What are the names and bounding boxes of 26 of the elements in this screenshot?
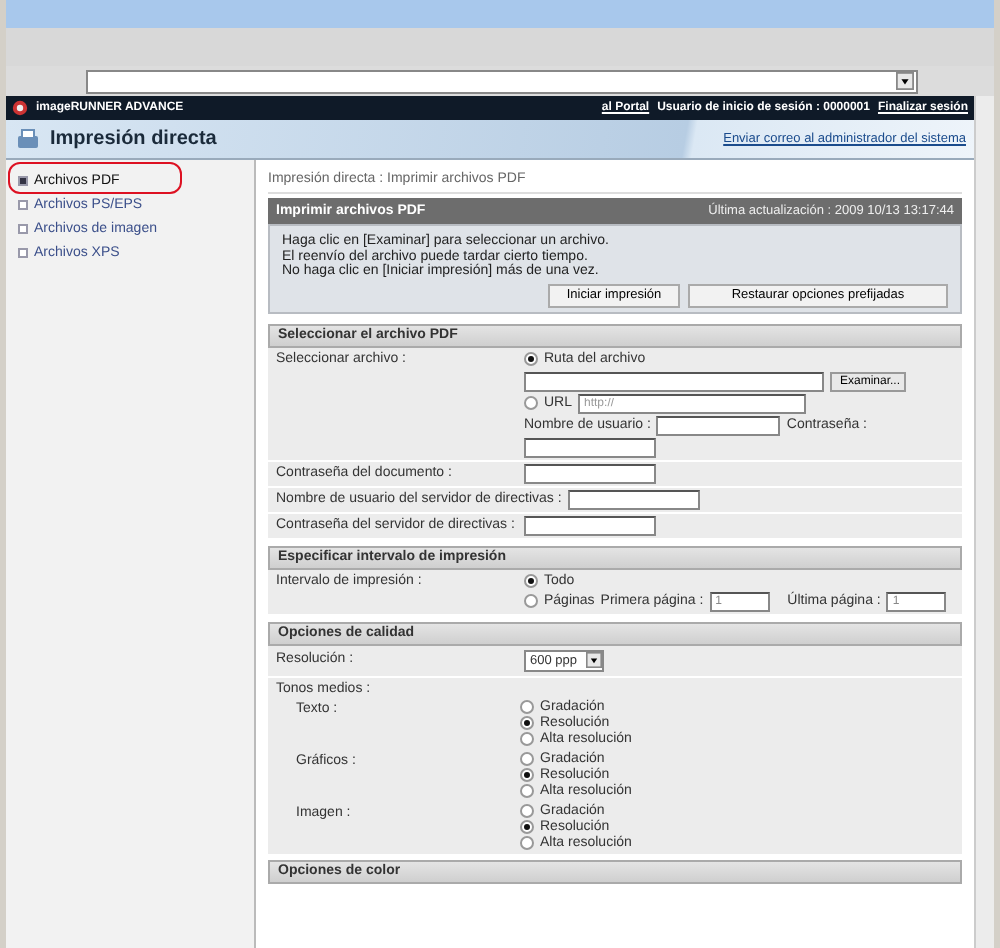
- radio-button[interactable]: [520, 732, 534, 746]
- username-field[interactable]: [656, 415, 781, 435]
- dropdown-icon[interactable]: [896, 72, 914, 90]
- radio-button[interactable]: [520, 820, 534, 834]
- logo-icon: [12, 100, 28, 116]
- scrollbar[interactable]: [974, 96, 994, 948]
- radio-button[interactable]: [520, 752, 534, 766]
- dropdown-icon[interactable]: [585, 652, 601, 668]
- input-field[interactable]: [524, 463, 656, 483]
- printer-icon: [14, 125, 42, 153]
- address-field[interactable]: [86, 69, 918, 93]
- radio-button[interactable]: [524, 574, 538, 588]
- page-title: Impresión directa: [50, 128, 217, 150]
- radio-button[interactable]: [520, 804, 534, 818]
- password-field[interactable]: [524, 437, 656, 457]
- radio-button[interactable]: [524, 352, 538, 366]
- radio-button[interactable]: [524, 594, 538, 608]
- radio-button[interactable]: [520, 716, 534, 730]
- input-field[interactable]: [567, 489, 700, 509]
- radio-button[interactable]: [520, 784, 534, 798]
- radio-button[interactable]: [524, 396, 538, 410]
- radio-button[interactable]: [520, 836, 534, 850]
- radio-button[interactable]: [520, 768, 534, 782]
- radio-button[interactable]: [520, 700, 534, 714]
- input-field[interactable]: [524, 515, 656, 535]
- file-path-field[interactable]: [524, 371, 824, 391]
